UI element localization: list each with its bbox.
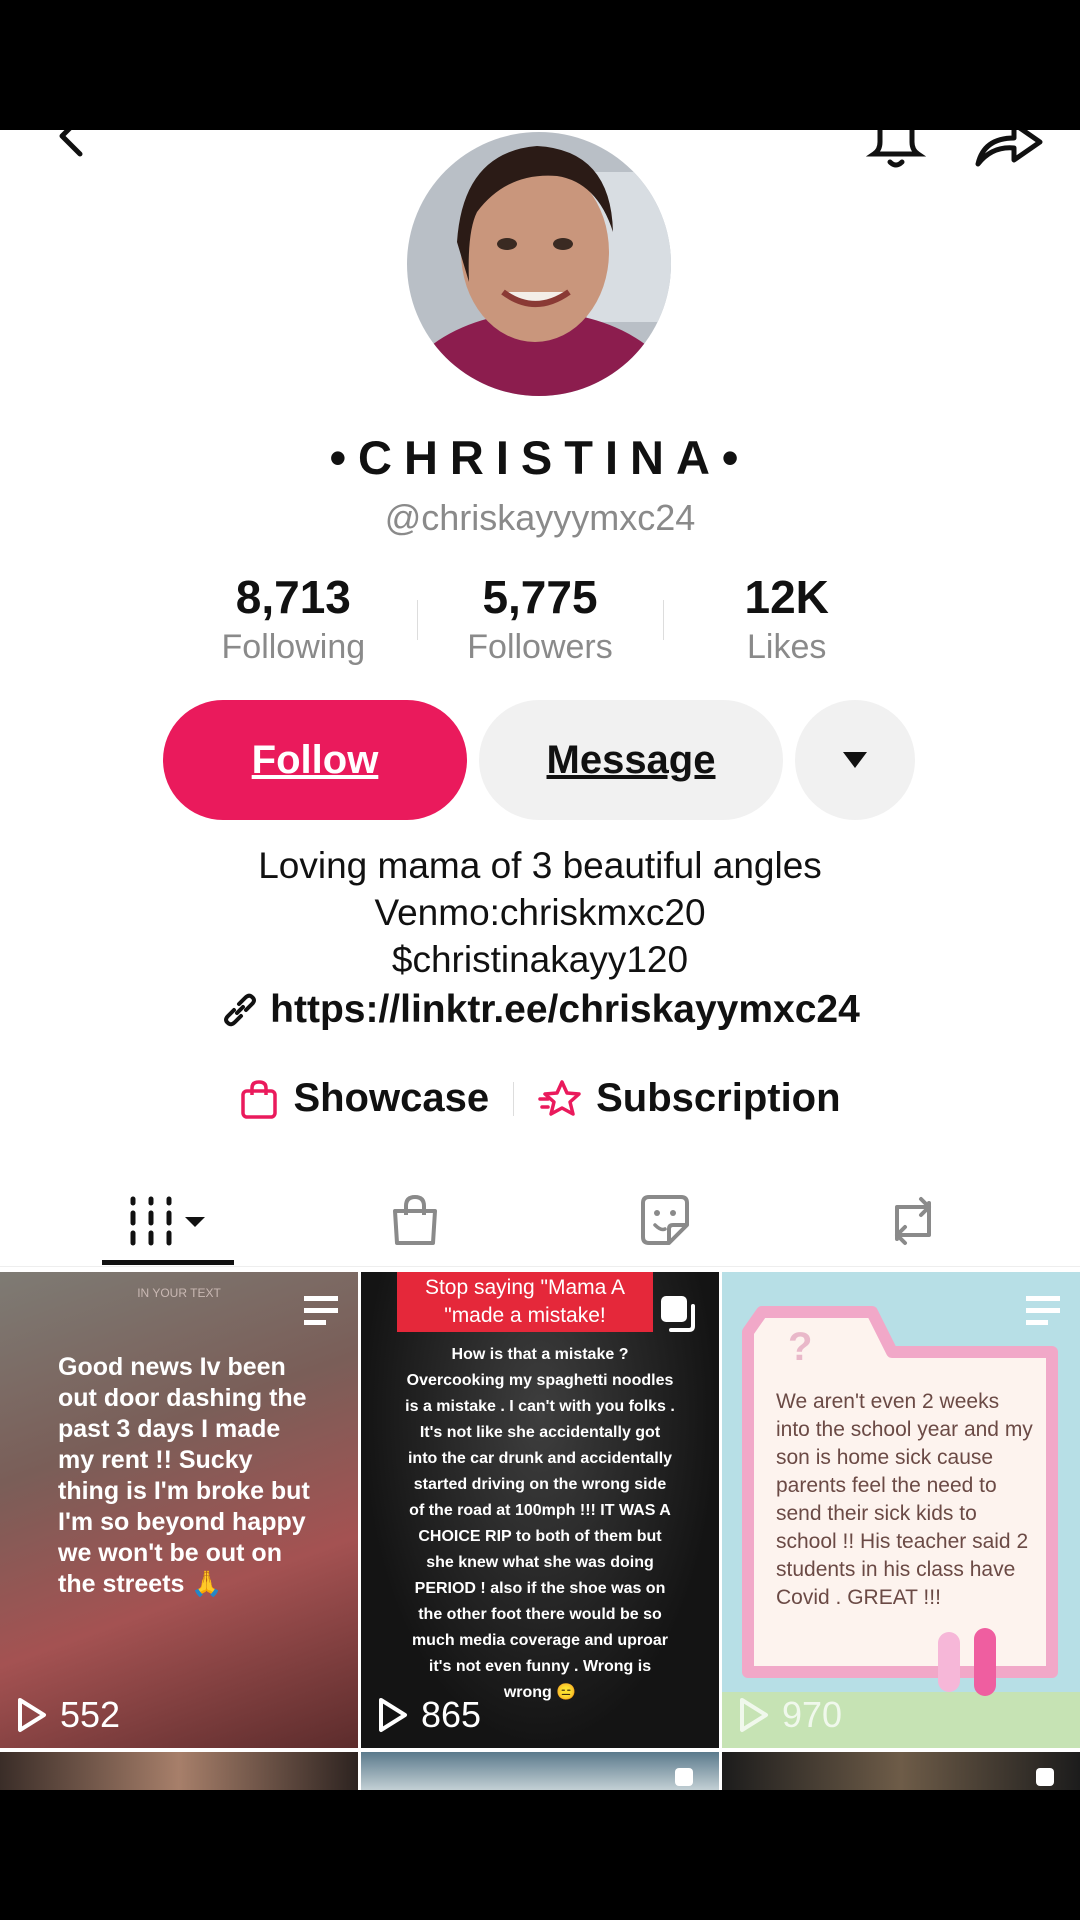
stat-label: Followers — [467, 628, 613, 666]
stat-label: Following — [221, 628, 366, 666]
bio-link-text: https://linktr.ee/chriskayymxc24 — [270, 988, 860, 1031]
video-caption-text: We aren't even 2 weeks into the school y… — [776, 1390, 1033, 1609]
profile-features: Showcase Subscription — [0, 1076, 1080, 1121]
bell-icon[interactable] — [866, 130, 926, 170]
profile-stats: 8,713 Following 5,775 Followers 12K Like… — [170, 570, 910, 670]
caret-down-icon — [843, 752, 867, 768]
view-count-value: 552 — [60, 1694, 121, 1735]
tab-shop[interactable] — [340, 1176, 490, 1266]
subscription-label: Subscription — [596, 1076, 841, 1120]
showcase-label: Showcase — [293, 1076, 490, 1120]
view-count: 552 — [16, 1694, 120, 1736]
view-count: 865 — [377, 1694, 481, 1736]
play-icon — [379, 1698, 407, 1732]
video-tile[interactable] — [361, 1752, 719, 1790]
view-count: 970 — [738, 1694, 842, 1736]
back-arrow-icon[interactable] — [52, 130, 92, 170]
showcase-link[interactable]: Showcase — [215, 1076, 513, 1121]
svg-text:?: ? — [788, 1325, 812, 1369]
star-badge-icon — [538, 1079, 581, 1116]
video-banner: Stop saying "Mama A "made a mistake! — [397, 1272, 653, 1332]
photo-mode-icon — [675, 1768, 693, 1786]
videos-grid-icon — [130, 1196, 205, 1246]
avatar-photo — [407, 132, 671, 396]
view-count-value: 865 — [421, 1694, 482, 1735]
view-count-value: 970 — [782, 1694, 843, 1735]
stat-following[interactable]: 8,713 Following — [170, 570, 417, 670]
shop-bag-icon — [393, 1194, 437, 1245]
liked-sticker-icon — [641, 1195, 689, 1245]
active-tab-indicator — [102, 1260, 234, 1265]
bio-line: Loving mama of 3 beautiful angles — [258, 845, 822, 886]
link-icon — [224, 993, 257, 1027]
photo-mode-icon — [1036, 1768, 1054, 1786]
bio: Loving mama of 3 beautiful angles Venmo:… — [0, 842, 1080, 983]
photo-mode-icon — [661, 1296, 695, 1332]
video-caption-text: Good news Iv been out door dashing the p… — [58, 1353, 310, 1598]
subscription-link[interactable]: Subscription — [514, 1076, 864, 1121]
message-button[interactable]: Message — [479, 700, 783, 820]
username-handle: @chriskayyymxc24 — [384, 497, 696, 538]
bio-link[interactable]: https://linktr.ee/chriskayymxc24 — [0, 988, 1080, 1032]
pinned-list-icon — [1026, 1296, 1060, 1325]
video-tile[interactable] — [722, 1752, 1080, 1790]
share-icon[interactable] — [974, 130, 1044, 170]
stat-followers[interactable]: 5,775 Followers — [416, 570, 664, 670]
shopping-bag-icon — [241, 1079, 278, 1119]
play-icon — [18, 1698, 46, 1732]
stat-value: 8,713 — [235, 571, 351, 623]
stat-likes[interactable]: 12K Likes — [663, 570, 910, 670]
tab-videos[interactable] — [93, 1176, 243, 1266]
stat-value: 5,775 — [482, 571, 598, 623]
bio-line: Venmo:chriskmxc20 — [374, 892, 706, 933]
video-tile[interactable] — [0, 1752, 358, 1790]
video-caption-text: How is that a mistake ? Overcooking my s… — [405, 1346, 675, 1701]
bio-line: $christinakayy120 — [391, 939, 689, 980]
display-name: •CHRISTINA• — [329, 431, 751, 484]
video-tile[interactable]: IN YOUR TEXT Good news Iv been out door … — [0, 1272, 358, 1748]
video-tile[interactable]: ? We aren't even 2 weeks into the school… — [722, 1272, 1080, 1748]
stat-label: Likes — [746, 628, 827, 666]
stat-value: 12K — [744, 571, 829, 623]
profile-screen: •CHRISTINA• @chriskayyymxc24 8,713 Follo… — [0, 130, 1080, 1790]
video-tile[interactable]: Stop saying "Mama A "made a mistake! How… — [361, 1272, 719, 1748]
tab-reposts[interactable] — [838, 1176, 988, 1266]
content-tabs — [0, 1176, 1080, 1267]
follow-button[interactable]: Follow — [163, 700, 467, 820]
play-icon — [740, 1698, 768, 1732]
repost-icon — [895, 1197, 931, 1245]
tab-liked[interactable] — [590, 1176, 740, 1266]
avatar[interactable] — [407, 132, 671, 396]
pinned-list-icon — [304, 1296, 338, 1325]
more-options-button[interactable] — [795, 700, 915, 820]
